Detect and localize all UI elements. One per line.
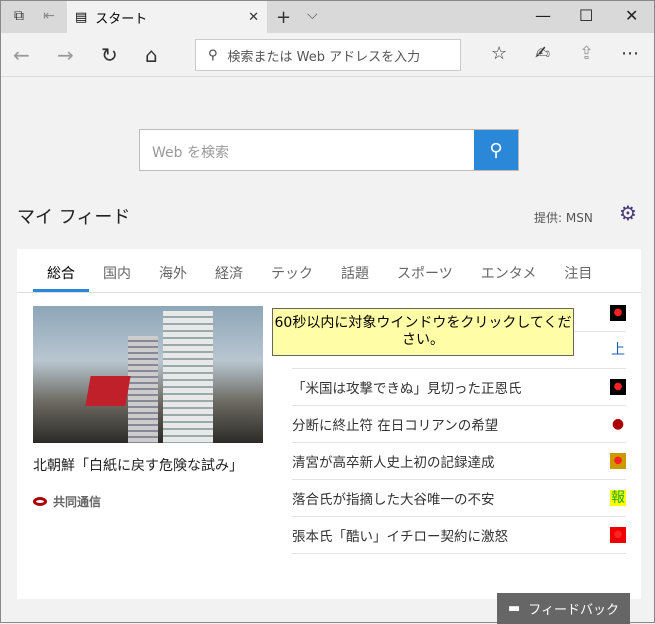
news-title: 分断に終止符 在日コリアンの希望 <box>292 418 499 434</box>
feedback-button[interactable]: ▬ フィードバック <box>497 593 630 624</box>
gear-icon[interactable]: ⚙ <box>619 201 637 225</box>
page-icon: ▤ <box>75 9 88 25</box>
lead-image[interactable] <box>33 306 263 443</box>
close-icon[interactable]: ✕ <box>625 6 638 25</box>
share-icon[interactable]: ⇪ <box>579 43 594 64</box>
forward-icon[interactable]: → <box>57 43 74 67</box>
source-logo-icon: ● <box>610 305 626 321</box>
source-logo-icon: ● <box>610 379 626 395</box>
search-icon: ⚲ <box>489 139 503 161</box>
web-search-box: Web を検索 ⚲ <box>139 129 519 171</box>
feedback-label: フィードバック <box>528 603 620 618</box>
feed-heading: マイ フィード <box>17 207 131 228</box>
back-icon[interactable]: ← <box>13 43 30 67</box>
tab-start[interactable]: ▤ スタート ✕ <box>67 1 267 33</box>
maximize-icon[interactable]: ☐ <box>579 6 593 25</box>
tab-4[interactable]: テック <box>257 249 327 292</box>
feed-card: 総合 国内 海外 経済 テック 話題 スポーツ エンタメ 注目 北朝鮮「白紙に戻す危険な試み」 … <box>17 249 641 599</box>
tab-3[interactable]: 経済 <box>201 249 257 292</box>
chevron-down-icon[interactable]: ⌵ <box>307 7 318 23</box>
tab-title: スタート <box>95 11 148 27</box>
news-item[interactable]: 張本氏「酷い」イチロー契約に激怒 ● <box>292 517 626 554</box>
tab-1[interactable]: 国内 <box>89 249 145 292</box>
tab-manager-icon[interactable]: ⧉ <box>7 8 31 24</box>
search-button[interactable]: ⚲ <box>474 130 518 170</box>
source-logo-icon: ● <box>610 453 626 469</box>
comment-icon: ▬ <box>507 601 521 616</box>
home-icon[interactable]: ⌂ <box>145 43 158 67</box>
tab-7[interactable]: エンタメ <box>467 249 551 292</box>
news-item[interactable]: 落合氏が指摘した大谷唯一の不安 報 <box>292 480 626 517</box>
source-logo-icon: 上 <box>611 342 625 358</box>
source-logo-icon: ● <box>610 416 626 432</box>
tab-6[interactable]: スポーツ <box>383 249 467 292</box>
source-logo-icon: ● <box>610 527 626 543</box>
address-placeholder: 検索または Web アドレスを入力 <box>227 49 421 65</box>
more-icon[interactable]: ⋯ <box>621 43 639 64</box>
feed-tabs: 総合 国内 海外 経済 テック 話題 スポーツ エンタメ 注目 <box>17 249 641 293</box>
nav-bar: ← → ↻ ⌂ ⚲ 検索または Web アドレスを入力 ☆ ✍ ⇪ ⋯ <box>1 33 654 77</box>
tooltip: 60秒以内に対象ウインドウをクリックしてください。 <box>272 308 574 356</box>
news-title: 張本氏「酷い」イチロー契約に激怒 <box>292 529 508 545</box>
provider-label: 提供: MSN <box>534 211 593 225</box>
tab-0[interactable]: 総合 <box>33 249 89 292</box>
pen-icon[interactable]: ✍ <box>535 43 550 64</box>
favorites-icon[interactable]: ☆ <box>491 43 507 64</box>
source-logo-icon: 報 <box>610 490 626 506</box>
news-item[interactable]: 清宮が高卒新人史上初の記録達成 ● <box>292 443 626 480</box>
title-bar: ⧉ ⇤ ▤ スタート ✕ + ⌵ — ☐ ✕ <box>1 1 654 33</box>
search-icon: ⚲ <box>208 47 218 63</box>
web-search-input[interactable]: Web を検索 <box>140 130 474 170</box>
source-label: 共同通信 <box>53 495 102 509</box>
news-title: 落合氏が指摘した大谷唯一の不安 <box>292 492 495 508</box>
tab-5[interactable]: 話題 <box>327 249 383 292</box>
close-tab-icon[interactable]: ✕ <box>248 10 259 25</box>
news-title: 清宮が高卒新人史上初の記録達成 <box>292 455 495 471</box>
address-bar[interactable]: ⚲ 検索または Web アドレスを入力 <box>195 39 461 71</box>
news-title: 「米国は攻撃できぬ」見切った正恩氏 <box>292 381 522 397</box>
minimize-icon[interactable]: — <box>535 6 551 25</box>
lead-title[interactable]: 北朝鮮「白紙に戻す危険な試み」 <box>33 455 243 475</box>
tab-2[interactable]: 海外 <box>145 249 201 292</box>
lead-source: 共同通信 <box>33 493 101 510</box>
tab-8[interactable]: 注目 <box>550 249 606 292</box>
news-item[interactable]: 「米国は攻撃できぬ」見切った正恩氏 ● <box>292 369 626 406</box>
new-tab-icon[interactable]: + <box>276 7 291 28</box>
refresh-icon[interactable]: ↻ <box>101 43 118 67</box>
news-item[interactable]: 分断に終止符 在日コリアンの希望 ● <box>292 406 626 443</box>
kyodo-logo-icon <box>33 497 47 506</box>
set-aside-tabs-icon[interactable]: ⇤ <box>37 8 61 24</box>
